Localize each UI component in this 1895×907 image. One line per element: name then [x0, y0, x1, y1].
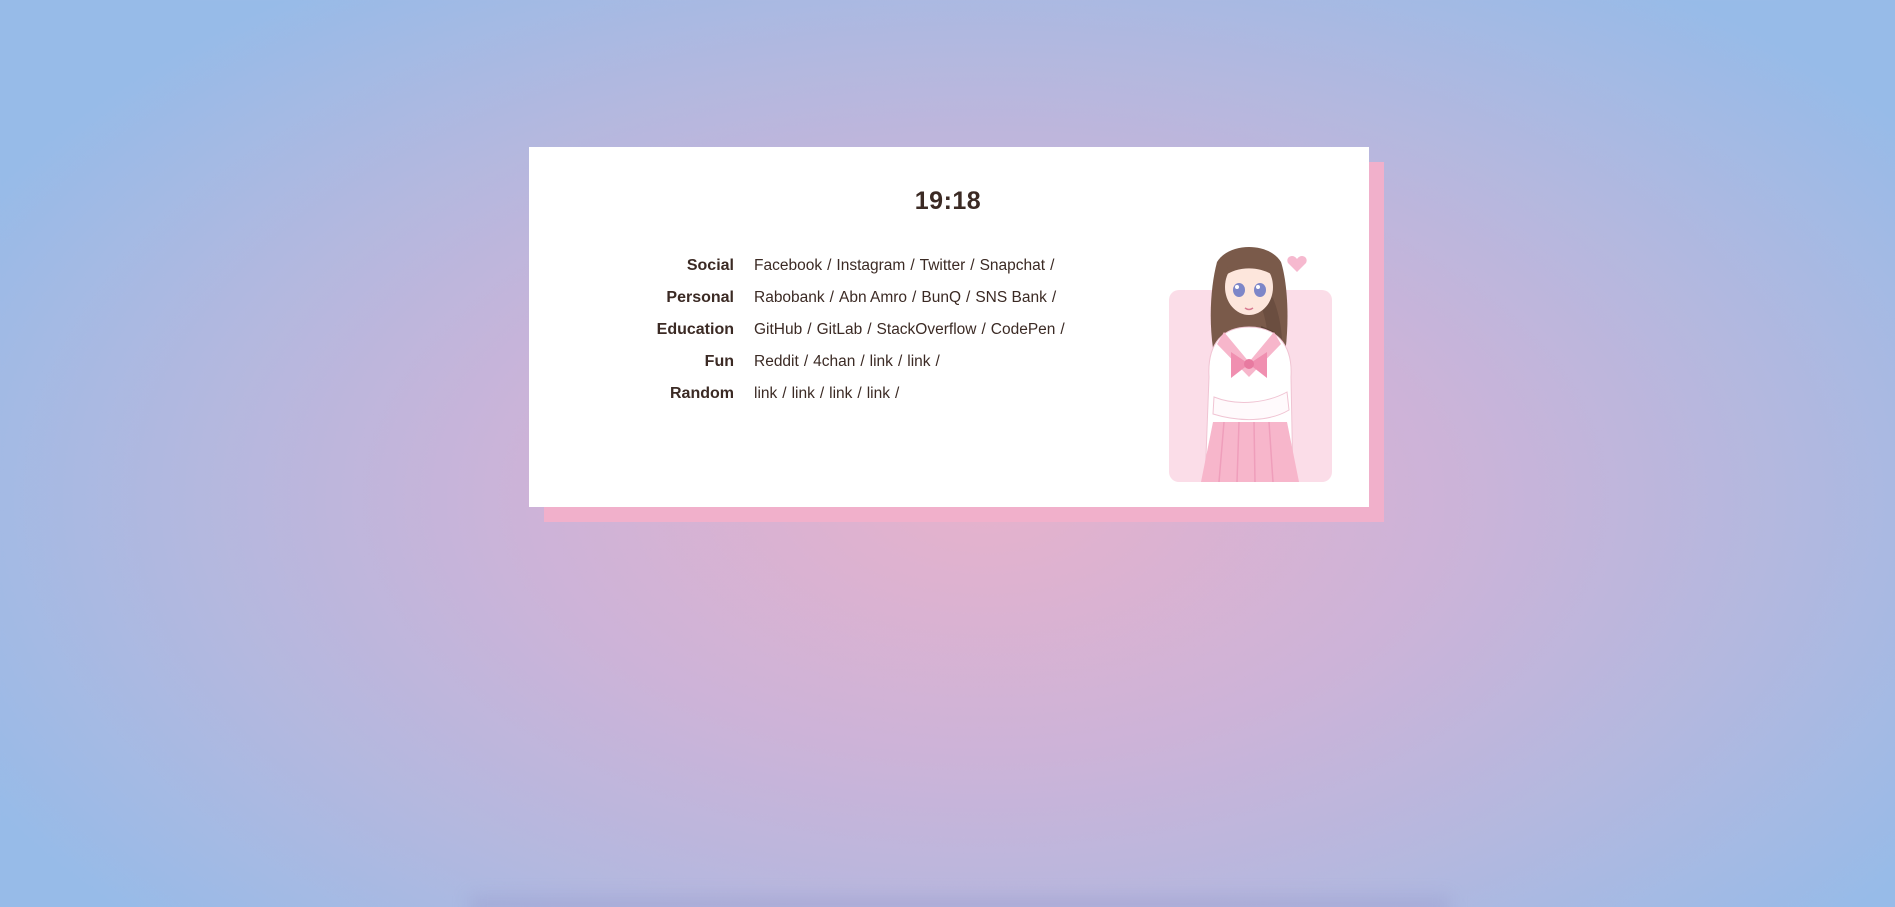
link-snapchat[interactable]: Snapchat [980, 257, 1046, 274]
link-stackoverflow[interactable]: StackOverflow [877, 321, 977, 338]
link-generic[interactable]: link [867, 385, 890, 402]
link-codepen[interactable]: CodePen [991, 321, 1056, 338]
link-generic[interactable]: link [829, 385, 852, 402]
category-row-education: Education GitHub / GitLab / StackOverflow / Co… [529, 321, 1070, 353]
category-links: GitHub / GitLab / StackOverflow / CodePen / [754, 321, 1070, 339]
bottom-shade [470, 896, 1450, 907]
link-generic[interactable]: link [792, 385, 815, 402]
link-github[interactable]: GitHub [754, 321, 802, 338]
link-generic[interactable]: link [754, 385, 777, 402]
link-separator: / [867, 321, 872, 338]
category-label: Social [686, 257, 734, 274]
link-sns-bank[interactable]: SNS Bank [975, 289, 1047, 306]
link-separator: / [1050, 257, 1055, 274]
link-reddit[interactable]: Reddit [754, 353, 799, 370]
category-row-personal: Personal Rabobank / Abn Amro / BunQ / SNS Bank… [529, 289, 1070, 321]
link-separator: / [857, 385, 862, 402]
link-separator: / [819, 385, 825, 402]
link-generic[interactable]: link [907, 353, 930, 370]
category-links: Reddit/4chan / link / link / [754, 353, 945, 371]
link-abn-amro[interactable]: Abn Amro [839, 289, 907, 306]
link-bunq[interactable]: BunQ [921, 289, 961, 306]
link-separator: / [912, 289, 917, 306]
link-categories: Social Facebook / Instagram / Twitter / Snapch… [529, 257, 1070, 417]
startpage-card: 19:18 Social Facebook / Instagram / Twitter /… [529, 147, 1369, 507]
link-separator: / [782, 385, 787, 402]
category-label: Education [656, 321, 734, 338]
link-separator: / [966, 289, 971, 306]
link-4chan[interactable]: 4chan [813, 353, 855, 370]
link-separator: / [970, 257, 975, 274]
link-separator: / [1060, 321, 1065, 338]
link-gitlab[interactable]: GitLab [817, 321, 863, 338]
link-separator: / [981, 321, 986, 338]
link-generic[interactable]: link [870, 353, 893, 370]
link-separator: / [1051, 289, 1057, 306]
category-label: Personal [666, 289, 734, 306]
link-separator: / [935, 353, 940, 370]
category-links: Facebook / Instagram / Twitter / Snapchat / [754, 257, 1059, 275]
link-separator: / [827, 257, 832, 274]
link-instagram[interactable]: Instagram [836, 257, 905, 274]
category-row-random: Random link / link / link / link / [529, 385, 1070, 417]
link-separator: / [910, 257, 915, 274]
link-separator: / [897, 353, 903, 370]
link-facebook[interactable]: Facebook [754, 257, 822, 274]
link-separator: / [829, 289, 834, 306]
category-links: Rabobank / Abn Amro / BunQ / SNS Bank / [754, 289, 1061, 307]
link-separator: / [860, 353, 865, 370]
link-separator: / [803, 353, 809, 370]
link-twitter[interactable]: Twitter [920, 257, 966, 274]
clock-display: 19:18 [914, 187, 982, 215]
link-rabobank[interactable]: Rabobank [754, 289, 825, 306]
category-row-social: Social Facebook / Instagram / Twitter / Snapch… [529, 257, 1070, 289]
category-row-fun: Fun Reddit/4chan / link / link / [529, 353, 1070, 385]
link-separator: / [807, 321, 812, 338]
anime-girl-illustration [1169, 232, 1334, 483]
category-label: Fun [704, 353, 734, 370]
category-label: Random [670, 385, 734, 402]
link-separator: / [895, 385, 900, 402]
category-links: link / link / link / link / [754, 385, 904, 403]
